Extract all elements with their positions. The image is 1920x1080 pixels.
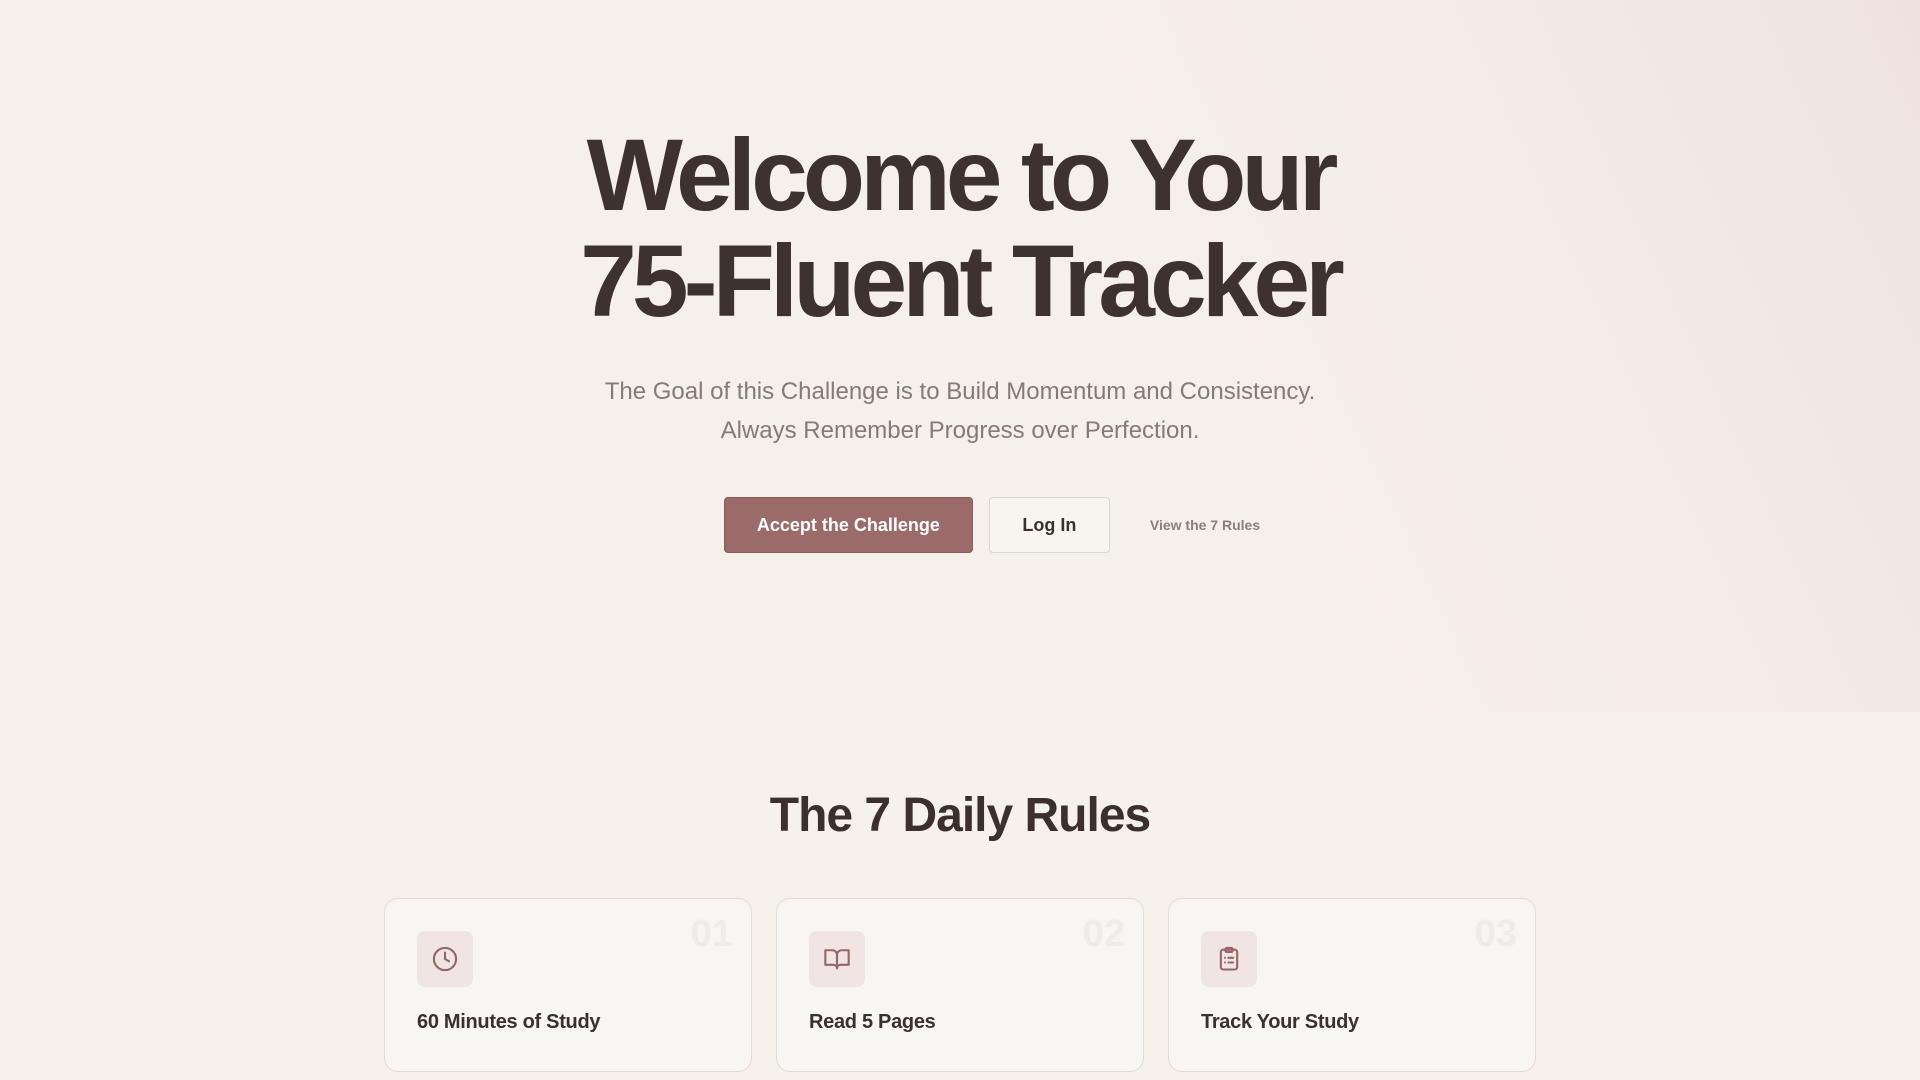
clipboard-list-icon bbox=[1201, 931, 1257, 987]
rules-cards: 01 60 Minutes of Study 02 Read 5 Pages 0… bbox=[384, 898, 1536, 1072]
cta-row: Accept the Challenge Log In View the 7 R… bbox=[0, 497, 1920, 553]
hero-subtitle-line-2: Always Remember Progress over Perfection… bbox=[720, 417, 1200, 444]
rule-card-number: 03 bbox=[1474, 913, 1517, 955]
view-rules-link[interactable]: View the 7 Rules bbox=[1150, 517, 1260, 533]
hero-title: Welcome to Your 75-Fluent Tracker bbox=[0, 122, 1920, 334]
hero-content: Welcome to Your 75-Fluent Tracker The Go… bbox=[0, 122, 1920, 450]
hero-subtitle: The Goal of this Challenge is to Build M… bbox=[0, 372, 1920, 450]
login-button[interactable]: Log In bbox=[988, 497, 1110, 553]
rule-card-number: 02 bbox=[1082, 913, 1125, 955]
accept-challenge-button[interactable]: Accept the Challenge bbox=[723, 497, 973, 553]
rule-card-title: Read 5 Pages bbox=[809, 1011, 936, 1033]
rule-card-title: Track Your Study bbox=[1201, 1011, 1359, 1033]
rule-card-study: 01 60 Minutes of Study bbox=[384, 898, 752, 1072]
rule-card-track: 03 Track Your Study bbox=[1168, 898, 1536, 1072]
rule-card-number: 01 bbox=[690, 913, 733, 955]
clock-icon bbox=[417, 931, 473, 987]
hero-subtitle-line-1: The Goal of this Challenge is to Build M… bbox=[604, 378, 1316, 405]
rule-card-read: 02 Read 5 Pages bbox=[776, 898, 1144, 1072]
rule-card-title: 60 Minutes of Study bbox=[417, 1011, 601, 1033]
hero-title-line-2: 75-Fluent Tracker bbox=[580, 224, 1345, 338]
rules-title: The 7 Daily Rules bbox=[769, 789, 1151, 842]
open-book-icon bbox=[809, 931, 865, 987]
hero-section: Welcome to Your 75-Fluent Tracker The Go… bbox=[0, 0, 1920, 712]
hero-title-line-1: Welcome to Your bbox=[586, 118, 1339, 232]
